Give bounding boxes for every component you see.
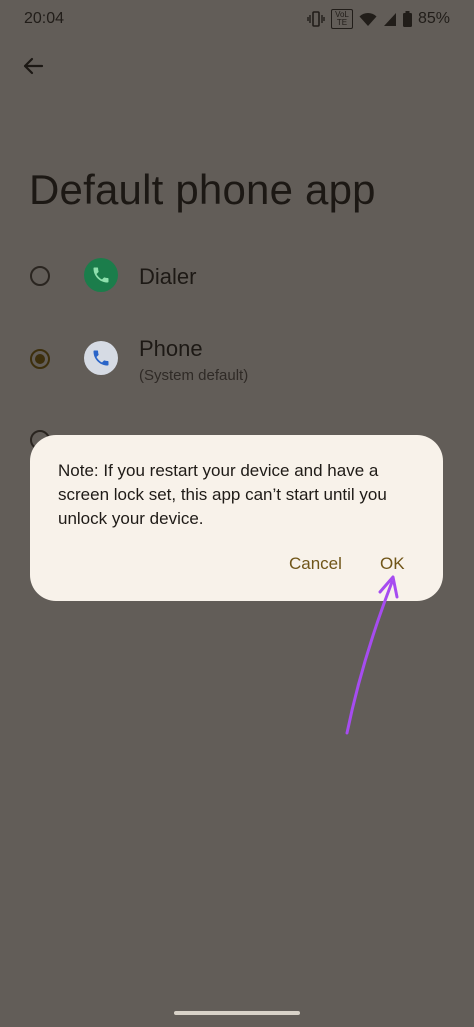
option-subtitle-phone: (System default) — [139, 367, 249, 384]
status-bar: 20:04 VoLTE 85% — [0, 0, 474, 36]
volte-icon: VoLTE — [330, 9, 353, 29]
radio-dialer[interactable] — [30, 266, 50, 286]
ok-button[interactable]: OK — [380, 554, 405, 574]
status-time: 20:04 — [24, 10, 65, 27]
vibrate-icon — [307, 11, 325, 27]
option-label-phone: Phone — [139, 336, 203, 361]
phone-app-icon — [84, 341, 118, 375]
dialer-app-icon — [84, 258, 118, 292]
back-button[interactable] — [18, 53, 48, 83]
dialog-message: Note: If you restart your device and hav… — [58, 461, 387, 528]
option-label-dialer: Dialer — [139, 264, 197, 289]
confirmation-dialog: Note: If you restart your device and hav… — [30, 435, 443, 601]
page-title: Default phone app — [29, 166, 376, 213]
option-phone[interactable]: Phone (System default) — [0, 330, 474, 390]
cancel-button[interactable]: Cancel — [289, 554, 342, 574]
battery-icon — [402, 11, 412, 27]
battery-percent: 85% — [417, 10, 450, 27]
radio-phone[interactable] — [30, 349, 50, 369]
status-icons: VoLTE 85% — [307, 9, 450, 29]
wifi-icon — [359, 12, 377, 27]
signal-icon — [383, 12, 397, 27]
gesture-nav-bar[interactable] — [174, 1011, 300, 1015]
arrow-back-icon — [22, 55, 44, 82]
option-dialer[interactable]: Dialer — [0, 252, 474, 302]
